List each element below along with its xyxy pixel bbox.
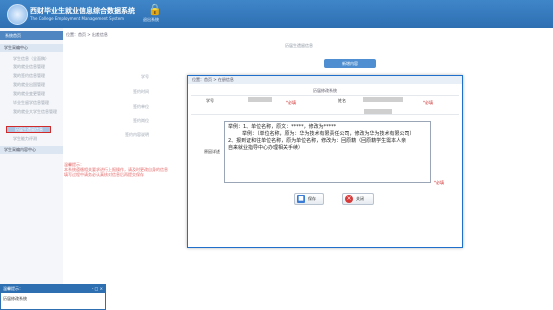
notice-header: 温馨提示： - □ × (1, 285, 105, 293)
notice-popup: 温馨提示： - □ × 历届修改系统 (0, 284, 106, 310)
nav-home[interactable]: 系统首页 (0, 31, 63, 40)
close-button[interactable]: × 关闭 (342, 193, 374, 205)
dialog-titlebar: 位置：首页 > 在册信息 (188, 76, 462, 84)
textarea-line: 自来就业指导中心办理相关手续） (228, 145, 304, 151)
window-controls-icon[interactable]: - □ × (92, 285, 103, 293)
textarea-line: 举例：1、单位名称，原文：*****，修改为***** (228, 124, 337, 130)
field-label: 签约单位 (133, 104, 149, 109)
student-id-value-redacted (248, 97, 272, 102)
required-mark: *必填 (286, 100, 296, 105)
textarea-line: 举例：（单位名称，原为：华为技术有限责任公司，修改为华为技术有限公司） (242, 131, 415, 137)
field-label: 学号 (141, 74, 149, 79)
name-value-redacted (363, 97, 403, 102)
save-label: 保存 (308, 196, 316, 201)
edit-dialog: 位置：首页 > 在册信息 历届修改系统 学号 *必填 姓名 *必填 原因详述 举… (187, 75, 463, 248)
sidebar-item[interactable]: 毕业生留学信息管理 (5, 100, 60, 106)
sidebar-item-active[interactable]: 历届生遗留信息 (6, 126, 51, 133)
required-mark: *必填 (423, 100, 433, 105)
name-label: 姓名 (338, 98, 346, 103)
student-id-label: 学号 (206, 98, 214, 103)
sidebar-item[interactable]: 我的签约信息管理 (5, 73, 60, 79)
menu-group-student[interactable]: 学生采编中心 (0, 44, 63, 52)
close-label: 关闭 (356, 196, 364, 201)
save-icon: ■ (297, 195, 305, 203)
dialog-breadcrumb: 位置：首页 > 在册信息 (192, 77, 234, 82)
required-mark: *必填 (434, 180, 444, 185)
university-logo (7, 4, 28, 25)
warm-tip-text: 温馨提示： 本系统遵循相关要求进行上报操作，请及时更改自身的信息 填写过程中请务… (64, 162, 168, 177)
system-title: 西财毕业生就业信息综合数据系统 (30, 7, 135, 15)
sidebar-item[interactable]: 我的就业信息管理 (5, 64, 60, 70)
sidebar: 系统首页 学生采编中心 学生信息（全面稿） 我的就业信息管理 我的签约信息管理 … (0, 28, 64, 310)
sidebar-item[interactable]: 学生能力评测 (5, 136, 60, 142)
reason-label: 原因详述 (204, 149, 220, 154)
system-subtitle: The College Employment Management System (30, 16, 125, 21)
menu-group-content[interactable]: 学生采编内容中心 (0, 146, 63, 154)
notice-body: 历届修改系统 (3, 296, 27, 301)
save-button[interactable]: ■ 保存 (294, 193, 324, 205)
field-label: 签约岗位 (133, 118, 149, 123)
sidebar-item[interactable]: 我的就业出国管理 (5, 82, 60, 88)
dialog-row-id-name (191, 95, 459, 110)
close-icon: × (345, 195, 353, 203)
dialog-title: 历届修改系统 (313, 88, 337, 93)
dialog-divider (191, 114, 459, 115)
field-label: 签约内容说明 (125, 132, 149, 137)
reason-textarea[interactable]: 举例：1、单位名称，原文：*****，修改为***** 举例：（单位名称，原为：… (224, 121, 431, 183)
add-content-button[interactable]: 新增内容 (324, 59, 376, 68)
textarea-line: 2、报到证和往单位名称，原为单位名称，修改为：回原籍（回原籍学生需本人亲 (228, 138, 407, 144)
sidebar-item[interactable]: 学生信息（全面稿） (5, 56, 60, 62)
sidebar-item[interactable]: 我的就业大学生信息管理 (5, 109, 60, 115)
app-header: 西财毕业生就业信息综合数据系统 The College Employment M… (0, 0, 553, 28)
panel-title: 历届生遗留信息 (285, 43, 313, 48)
notice-title: 温馨提示： (3, 286, 23, 291)
logout-label[interactable]: 退出系统 (143, 17, 159, 23)
field-label: 签约时间 (133, 89, 149, 94)
lock-icon[interactable]: 🔒 (148, 3, 162, 16)
sidebar-item[interactable]: 我的就业变更管理 (5, 91, 60, 97)
breadcrumb: 位置：首页 > 出差信息 (66, 32, 108, 37)
